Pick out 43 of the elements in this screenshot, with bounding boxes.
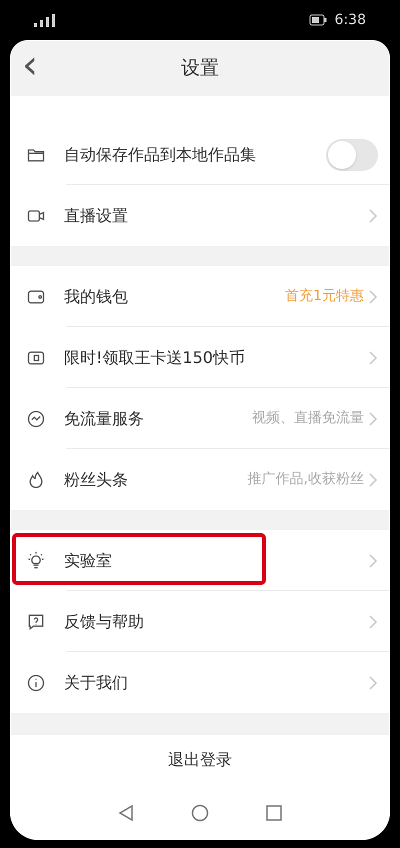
settings-row[interactable]: 反馈与帮助 bbox=[10, 591, 390, 652]
settings-row[interactable]: 实验室 bbox=[10, 530, 390, 591]
row-label: 免流量服务 bbox=[64, 408, 145, 430]
question-bubble-icon bbox=[26, 612, 46, 632]
row-label: 反馈与帮助 bbox=[64, 610, 145, 632]
signal-icon bbox=[34, 14, 55, 26]
chevron-right-icon bbox=[368, 410, 378, 426]
back-triangle-icon[interactable] bbox=[118, 804, 134, 822]
info-icon bbox=[26, 672, 46, 692]
toggle-switch[interactable] bbox=[326, 138, 378, 170]
row-label: 直播设置 bbox=[64, 204, 129, 226]
settings-row[interactable]: 免流量服务 视频、直播免流量 bbox=[10, 388, 390, 449]
chevron-right-icon bbox=[368, 288, 378, 304]
light-bulb-icon bbox=[26, 550, 46, 570]
logout-button[interactable]: 退出登录 bbox=[10, 735, 390, 785]
status-time: 6:38 bbox=[334, 10, 366, 30]
back-button[interactable]: ‹ bbox=[22, 45, 38, 91]
chevron-right-icon bbox=[368, 614, 378, 630]
page-title: 设置 bbox=[181, 56, 219, 81]
settings-row[interactable]: 直播设置 bbox=[10, 185, 390, 246]
chevron-right-icon bbox=[368, 350, 378, 366]
settings-row[interactable]: 我的钱包 首充1元特惠 bbox=[10, 266, 390, 327]
row-label: 限时!领取王卡送150快币 bbox=[64, 346, 246, 368]
chevron-right-icon bbox=[368, 552, 378, 568]
row-value: 首充1元特惠 bbox=[285, 287, 364, 306]
chevron-right-icon bbox=[368, 472, 378, 488]
settings-row[interactable]: 关于我们 bbox=[10, 652, 390, 713]
row-label: 关于我们 bbox=[64, 672, 129, 694]
row-label: 粉丝头条 bbox=[64, 468, 129, 490]
row-value: 视频、直播免流量 bbox=[252, 409, 364, 428]
recents-square-icon[interactable] bbox=[266, 804, 282, 820]
battery-icon bbox=[308, 14, 327, 26]
chevron-right-icon bbox=[368, 208, 378, 224]
home-circle-icon[interactable] bbox=[190, 804, 209, 822]
settings-row[interactable]: 限时!领取王卡送150快币 bbox=[10, 327, 390, 388]
settings-row[interactable]: 自动保存作品到本地作品集 bbox=[10, 124, 390, 185]
trend-circle-icon bbox=[26, 408, 46, 428]
chevron-right-icon bbox=[368, 674, 378, 690]
row-label: 自动保存作品到本地作品集 bbox=[64, 144, 257, 166]
row-value: 推广作品,收获粉丝 bbox=[248, 470, 364, 489]
row-label: 实验室 bbox=[64, 550, 113, 572]
row-label: 我的钱包 bbox=[64, 286, 129, 308]
settings-row[interactable]: 粉丝头条 推广作品,收获粉丝 bbox=[10, 449, 390, 510]
